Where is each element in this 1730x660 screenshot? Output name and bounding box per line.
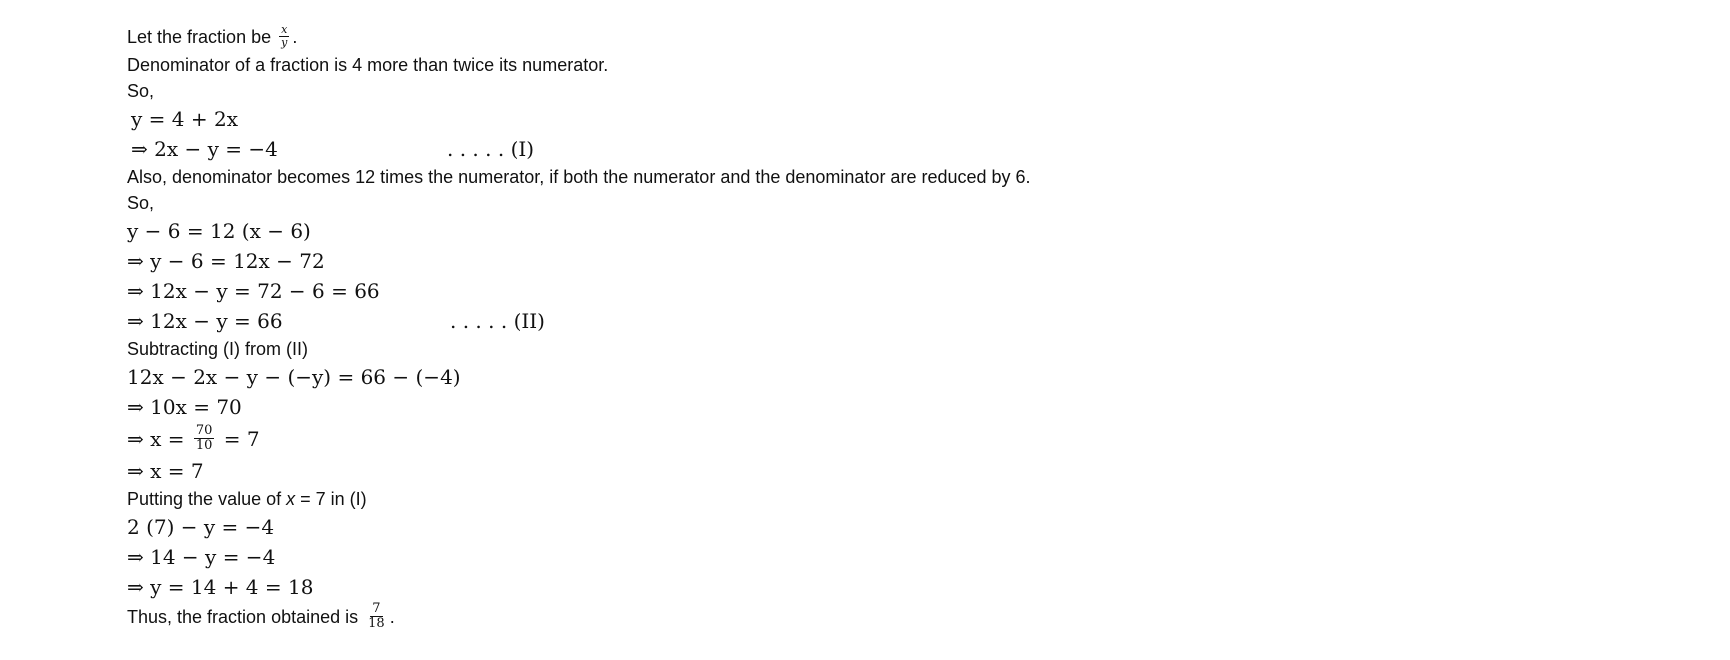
equation-2: ⇒ 2x − y = −4 (131, 137, 278, 161)
equation-tag-2: . . . . . (II) (450, 309, 545, 333)
intro-period: . (292, 27, 298, 47)
conclusion-fraction-denominator: 18 (368, 615, 385, 631)
condition-2-text: Also, denominator becomes 12 times the n… (127, 167, 1031, 187)
equation-8: ⇒ 10x = 70 (127, 395, 242, 419)
intro-fraction: x y (279, 23, 290, 49)
putting-value-line: Putting the value of x = 7 in (I) (127, 486, 1627, 512)
equation-9-end: = 7 (223, 427, 260, 451)
conclusion-period: . (389, 607, 395, 627)
equation-5: ⇒ 12x − y = 72 − 6 = 66 (127, 279, 380, 303)
equation-9-fraction: 70 10 (193, 423, 215, 453)
putting-variable: x (286, 489, 296, 509)
subtracting-text: Subtracting (I) from (II) (127, 339, 309, 359)
equation-6: ⇒ 12x − y = 66 (127, 309, 283, 333)
intro-text: Let the fraction be (127, 27, 272, 47)
conclusion-fraction-numerator: 7 (370, 601, 383, 617)
conclusion-fraction: 7 18 (366, 602, 387, 630)
conclusion-line: Thus, the fraction obtained is 7 18 . (127, 602, 1627, 632)
equation-9-numerator: 70 (193, 423, 215, 439)
equation-11: 2 (7) − y = −4 (127, 515, 275, 539)
conclusion-text: Thus, the fraction obtained is (127, 607, 359, 627)
putting-text-start: Putting the value of (127, 489, 282, 509)
equation-6-row: ⇒ 12x − y = 66 . . . . . (II) (127, 306, 1627, 336)
putting-text-end: = 7 in (I) (300, 489, 367, 509)
equation-1: y = 4 + 2x (131, 107, 238, 131)
condition-1-text: Denominator of a fraction is 4 more than… (127, 55, 609, 75)
equation-9-start: ⇒ x = (127, 427, 185, 451)
equation-7: 12x − 2x − y − (−y) = 66 − (−4) (127, 365, 461, 389)
solution-document: Let the fraction be x y . Denominator of… (127, 22, 1627, 632)
equation-3: y − 6 = 12 (x − 6) (127, 219, 311, 243)
intro-line: Let the fraction be x y . (127, 22, 1627, 52)
intro-fraction-denominator: y (281, 35, 288, 49)
so-label-1: So, (127, 81, 155, 101)
equation-13: ⇒ y = 14 + 4 = 18 (127, 575, 314, 599)
equation-4: ⇒ y − 6 = 12x − 72 (127, 249, 325, 273)
equation-10: ⇒ x = 7 (127, 459, 204, 483)
equation-9-denominator: 10 (195, 438, 213, 453)
so-label-2: So, (127, 193, 155, 213)
equation-2-row: ⇒ 2x − y = −4 . . . . . (I) (127, 134, 1627, 164)
equation-9-row: ⇒ x = 70 10 = 7 (127, 422, 1627, 456)
equation-12: ⇒ 14 − y = −4 (127, 545, 276, 569)
intro-fraction-numerator: x (279, 23, 290, 37)
equation-tag-1: . . . . . (I) (447, 137, 535, 161)
